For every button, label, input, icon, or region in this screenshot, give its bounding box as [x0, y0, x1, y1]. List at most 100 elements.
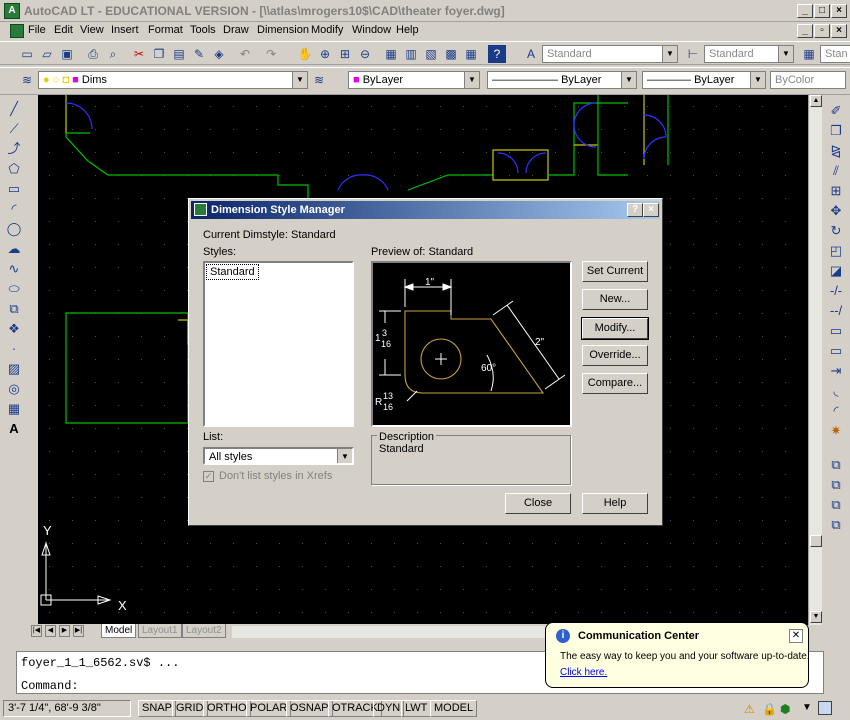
send-to-back-icon[interactable]: ⧉ — [827, 496, 845, 514]
scroll-down-icon[interactable]: ▼ — [810, 611, 822, 623]
spline-icon[interactable]: ∿ — [5, 260, 23, 278]
copy-icon[interactable]: ❐ — [150, 45, 168, 63]
help-icon[interactable]: ? — [488, 45, 506, 63]
menu-draw[interactable]: Draw — [223, 24, 249, 36]
mirror-icon[interactable]: ⧎ — [827, 142, 845, 160]
document-icon[interactable] — [10, 24, 24, 38]
scroll-up-icon[interactable]: ▲ — [810, 95, 822, 107]
list-filter-combo[interactable]: All styles ▼ — [203, 447, 354, 465]
redo-icon[interactable]: ↷ — [262, 45, 280, 63]
toolbar-lock-icon[interactable]: 🔒 — [762, 702, 777, 716]
block-editor-icon[interactable]: ◈ — [210, 45, 228, 63]
new-button[interactable]: New... — [582, 289, 648, 310]
layer-combo[interactable]: ● ○ ◘ ■ Dims ▼ — [38, 71, 308, 89]
menu-view[interactable]: View — [80, 24, 104, 36]
tool-palettes-icon[interactable]: ▧ — [422, 45, 440, 63]
dialog-help-button[interactable]: ? — [627, 203, 643, 217]
design-center-icon[interactable]: ▥ — [402, 45, 420, 63]
modify-button[interactable]: Modify... — [581, 317, 649, 340]
ortho-toggle[interactable]: ORTHO — [203, 700, 251, 717]
rectangle-icon[interactable]: ▭ — [5, 180, 23, 198]
copy-object-icon[interactable]: ❐ — [827, 122, 845, 140]
balloon-link[interactable]: Click here. — [560, 667, 607, 678]
next-tab-icon[interactable]: ▶ — [59, 625, 70, 637]
tab-layout2[interactable]: Layout2 — [182, 624, 226, 638]
dim-style-icon[interactable]: ⊢ — [684, 45, 702, 63]
model-toggle[interactable]: MODEL — [430, 700, 478, 717]
draw-order-icon[interactable]: ⧉ — [827, 456, 845, 474]
hatch-icon[interactable]: ▨ — [5, 360, 23, 378]
bring-above-icon[interactable]: ⧉ — [827, 516, 845, 534]
scroll-thumb[interactable] — [810, 535, 822, 547]
extend-icon[interactable]: --/ — [827, 302, 845, 320]
menu-file[interactable]: File — [28, 24, 46, 36]
snap-toggle[interactable]: SNAP — [138, 700, 176, 717]
fillet-arc-icon[interactable]: ◜ — [827, 402, 845, 420]
pan-icon[interactable]: ✋ — [296, 45, 314, 63]
new-icon[interactable]: ▭ — [18, 45, 36, 63]
table-style-icon[interactable]: ▦ — [800, 45, 818, 63]
save-icon[interactable]: ▣ — [58, 45, 76, 63]
osnap-toggle[interactable]: OSNAP — [286, 700, 333, 717]
zoom-realtime-icon[interactable]: ⊕ — [316, 45, 334, 63]
scale-icon[interactable]: ◰ — [827, 242, 845, 260]
color-combo[interactable]: ■ ByLayer ▼ — [348, 71, 480, 89]
make-layer-current-icon[interactable]: ≋ — [310, 71, 328, 89]
zoom-previous-icon[interactable]: ⊖ — [356, 45, 374, 63]
styles-list[interactable]: Standard — [203, 261, 354, 427]
override-button[interactable]: Override... — [582, 345, 648, 366]
menu-help[interactable]: Help — [396, 24, 419, 36]
zoom-window-icon[interactable]: ⊞ — [336, 45, 354, 63]
array-icon[interactable]: ⊞ — [827, 182, 845, 200]
first-tab-icon[interactable]: |◀ — [31, 625, 42, 637]
explode-icon[interactable]: ✷ — [827, 422, 845, 440]
vertical-scrollbar[interactable]: ▲ ▼ — [808, 95, 822, 625]
undo-icon[interactable]: ↶ — [236, 45, 254, 63]
construction-line-icon[interactable]: ⟋ — [5, 120, 23, 138]
properties-icon[interactable]: ▦ — [382, 45, 400, 63]
compare-button[interactable]: Compare... — [582, 373, 648, 394]
ellipse-icon[interactable]: ⬭ — [5, 280, 23, 298]
plotstyle-combo[interactable]: ByColor — [770, 71, 846, 89]
point-icon[interactable]: · — [5, 340, 23, 358]
close-button[interactable]: × — [831, 4, 847, 18]
plot-preview-icon[interactable]: ⌕ — [104, 45, 122, 63]
paste-icon[interactable]: ▤ — [170, 45, 188, 63]
insert-block-icon[interactable]: ⧉ — [5, 300, 23, 318]
make-block-icon[interactable]: ❖ — [5, 320, 23, 338]
table-icon[interactable]: ▦ — [5, 400, 23, 418]
lineweight-combo[interactable]: ———— ByLayer ▼ — [642, 71, 766, 89]
fillet-icon[interactable]: ◟ — [827, 382, 845, 400]
line-icon[interactable]: ╱ — [5, 100, 23, 118]
polyline-icon[interactable]: ⤴ — [5, 140, 23, 158]
menu-edit[interactable]: Edit — [54, 24, 73, 36]
chamfer-icon[interactable]: ⇥ — [827, 362, 845, 380]
prev-tab-icon[interactable]: ◀ — [45, 625, 56, 637]
polar-toggle[interactable]: POLAR — [246, 700, 292, 717]
menu-insert[interactable]: Insert — [111, 24, 139, 36]
trim-icon[interactable]: -/- — [827, 282, 845, 300]
menu-window[interactable]: Window — [352, 24, 391, 36]
clean-screen-icon[interactable] — [818, 701, 832, 715]
doc-minimize-button[interactable]: _ — [797, 24, 813, 38]
multiline-text-icon[interactable]: A — [5, 420, 23, 438]
dialog-help-action-button[interactable]: Help — [582, 493, 648, 514]
calculator-icon[interactable]: ▦ — [462, 45, 480, 63]
dialog-close-button[interactable]: × — [643, 203, 659, 217]
doc-close-button[interactable]: × — [831, 24, 847, 38]
lwt-toggle[interactable]: LWT — [401, 700, 432, 717]
table-style-combo[interactable]: Stan — [820, 45, 850, 63]
erase-icon[interactable]: ✐ — [827, 102, 845, 120]
arc-icon[interactable]: ◜ — [5, 200, 23, 218]
menu-modify[interactable]: Modify — [311, 24, 343, 36]
dim-style-combo[interactable]: Standard ▼ — [704, 45, 794, 63]
linetype-combo[interactable]: —————— ByLayer ▼ — [487, 71, 637, 89]
coordinate-display[interactable]: 3'-7 1/4", 68'-9 3/8" — [3, 700, 131, 717]
bring-to-front-icon[interactable]: ⧉ — [827, 476, 845, 494]
open-icon[interactable]: ▱ — [38, 45, 56, 63]
communication-center-icon[interactable]: ⚠ — [744, 702, 755, 716]
menu-tools[interactable]: Tools — [190, 24, 216, 36]
dialog-close-action-button[interactable]: Close — [505, 493, 571, 514]
set-current-button[interactable]: Set Current — [582, 261, 648, 282]
maximize-button[interactable]: □ — [814, 4, 830, 18]
